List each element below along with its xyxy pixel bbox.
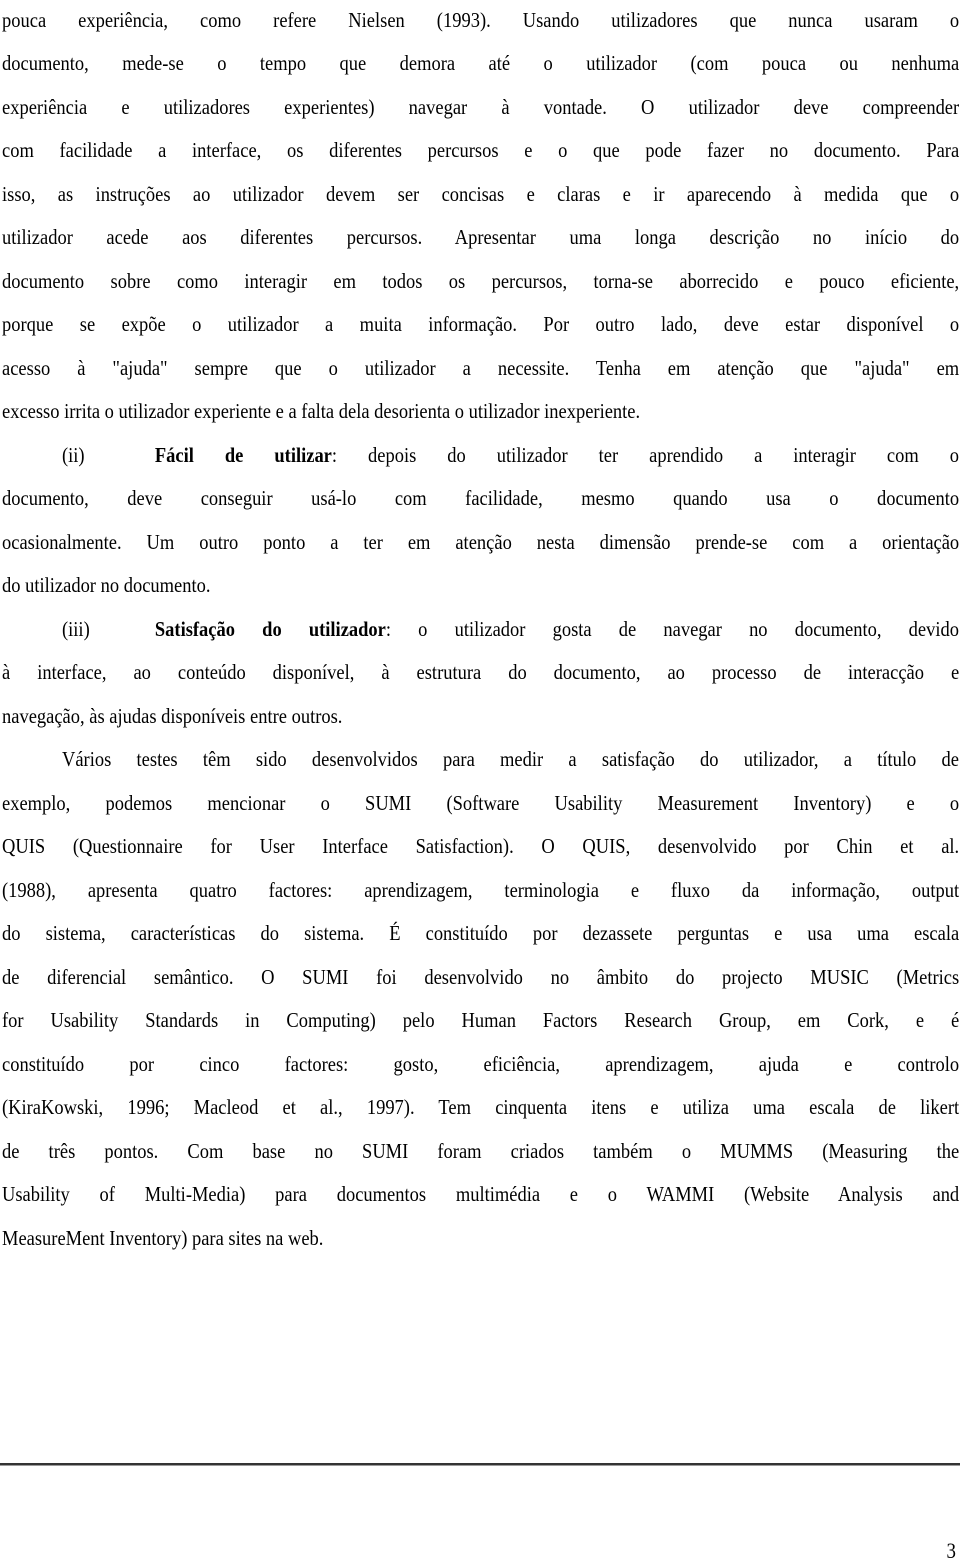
text-line: ocasionalmente. Um outro ponto a ter em …: [2, 530, 960, 554]
text-line: Usability of Multi-Media) para documento…: [2, 1182, 960, 1206]
footer-divider: [0, 1463, 960, 1466]
text-line: acesso à "ajuda" sempre que o utilizador…: [2, 356, 960, 380]
text-line: de três pontos. Com base no SUMI foram c…: [2, 1139, 960, 1163]
list-item-text: : depois do utilizador ter aprendido a i…: [331, 443, 959, 467]
text-line: com facilidade a interface, os diferente…: [2, 138, 960, 162]
text-line: à interface, ao conteúdo disponível, à e…: [2, 660, 960, 684]
text-line: Vários testes têm sido desenvolvidos par…: [62, 747, 959, 771]
text-line: navegação, às ajudas disponíveis entre o…: [2, 704, 343, 728]
text-line: documento, mede-se o tempo que demora at…: [2, 51, 960, 75]
text-line: experiência e utilizadores experientes) …: [2, 95, 960, 119]
text-line: QUIS (Questionnaire for User Interface S…: [2, 834, 960, 858]
text-line: constituído por cinco factores: gosto, e…: [2, 1052, 960, 1076]
text-line: (KiraKowski, 1996; Macleod et al., 1997)…: [2, 1095, 960, 1119]
text-line: for Usability Standards in Computing) pe…: [2, 1008, 960, 1032]
list-item-number: (iii): [62, 617, 90, 641]
text-line: pouca experiência, como refere Nielsen (…: [2, 8, 960, 32]
list-item-text: : o utilizador gosta de navegar no docum…: [385, 617, 959, 641]
text-line: de diferencial semântico. O SUMI foi des…: [2, 965, 960, 989]
text-line: MeasureMent Inventory) para sites na web…: [2, 1226, 324, 1250]
text-line: exemplo, podemos mencionar o SUMI (Softw…: [2, 791, 960, 815]
text-line: do sistema, características do sistema. …: [2, 921, 960, 945]
text-line: do utilizador no documento.: [2, 573, 211, 597]
text-line: excesso irrita o utilizador experiente e…: [2, 399, 641, 423]
text-line: isso, as instruções ao utilizador devem …: [2, 182, 960, 206]
page-number: 3: [946, 1538, 956, 1563]
list-item-first-line: (iii) Satisfação do utilizador: o utiliza…: [62, 614, 959, 644]
list-item-term: Satisfação do utilizador: [154, 617, 386, 641]
list-item-first-line: (ii) Fácil de utilizar: depois do utiliza…: [62, 440, 959, 470]
document-page: pouca experiência, como refere Nielsen (…: [0, 0, 960, 1566]
list-item-term: Fácil de utilizar: [154, 443, 332, 467]
text-line: utilizador acede aos diferentes percurso…: [2, 225, 960, 249]
list-item-number: (ii): [62, 443, 85, 467]
text-line: porque se expõe o utilizador a muita inf…: [2, 312, 960, 336]
text-line: documento, deve conseguir usá-lo com fac…: [2, 486, 960, 510]
text-line: documento sobre como interagir em todos …: [2, 269, 960, 293]
text-line: (1988), apresenta quatro factores: apren…: [2, 878, 960, 902]
